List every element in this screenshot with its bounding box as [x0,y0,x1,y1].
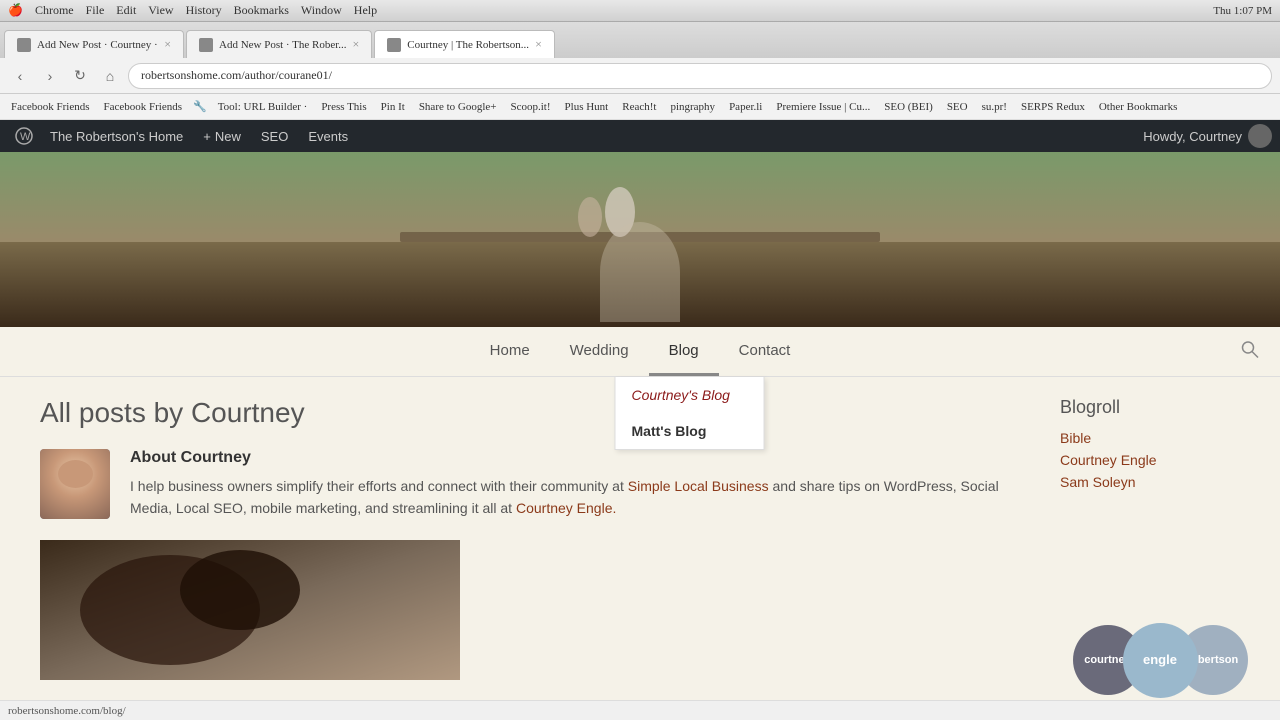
bookmark-15[interactable]: SERPS Redux [1018,101,1088,113]
home-button[interactable]: ⌂ [98,64,122,88]
wp-admin-new[interactable]: + New [193,120,251,152]
bookmark-14[interactable]: su.pr! [979,101,1010,113]
blogroll-widget: Blogroll Bible Courtney Engle Sam Soleyn [1060,397,1260,490]
logo-circle-engle: engle [1123,623,1198,698]
nav-items: Home Wedding Blog Contact [470,328,811,376]
apple-menu[interactable]: 🍎 [8,3,23,18]
search-icon[interactable] [1240,339,1260,364]
author-bio-text: I help business owners simplify their ef… [130,475,1000,520]
mac-menu-bookmarks[interactable]: Bookmarks [234,3,289,18]
bookmark-2[interactable]: Tool: URL Builder · [215,101,311,113]
tab-favicon-1 [17,38,31,52]
nav-blog[interactable]: Blog [649,328,719,376]
bookmark-other[interactable]: Other Bookmarks [1096,101,1181,113]
mac-menu-window[interactable]: Window [301,3,342,18]
link-courtney[interactable]: Courtney [516,500,573,516]
nav-wedding[interactable]: Wedding [550,328,649,376]
bookmark-7[interactable]: Plus Hunt [562,101,612,113]
tab-2[interactable]: Add New Post · The Rober... × [186,30,372,58]
tab-close-2[interactable]: × [353,37,360,52]
wp-logo[interactable]: W [8,120,40,152]
bookmark-0[interactable]: Facebook Friends [8,101,93,113]
tab-1[interactable]: Add New Post · Courtney · × [4,30,184,58]
author-avatar-img [40,449,110,519]
dropdown-matts-blog[interactable]: Matt's Blog [616,413,764,449]
bookmark-8[interactable]: Reach!t [619,101,659,113]
nav-contact[interactable]: Contact [719,328,811,376]
mac-menu-view[interactable]: View [148,3,173,18]
bookmark-11[interactable]: Premiere Issue | Cu... [773,101,873,113]
hero-svg [0,152,1280,327]
mac-menu-history[interactable]: History [186,3,222,18]
mac-menus: 🍎 Chrome File Edit View History Bookmark… [8,3,377,18]
hero-image [0,152,1280,327]
wp-admin-site-name[interactable]: The Robertson's Home [40,120,193,152]
sidebar-link-courtney-engle[interactable]: Courtney Engle [1060,452,1260,468]
nav-home[interactable]: Home [470,328,550,376]
post-thumbnail[interactable] [40,540,460,680]
page-body: All posts by Courtney About Courtney I h… [0,377,1040,720]
author-avatar [40,449,110,519]
bookmark-6[interactable]: Scoop.it! [508,101,554,113]
bookmark-13[interactable]: SEO [944,101,971,113]
tab-favicon-3 [387,38,401,52]
reload-button[interactable]: ↻ [68,64,92,88]
sidebar-link-bible[interactable]: Bible [1060,430,1260,446]
bookmark-sep-0: 🔧 [193,100,207,113]
post-thumbnail-svg [40,540,460,680]
chrome-toolbar: ‹ › ↻ ⌂ robertsonshome.com/author/couran… [0,58,1280,94]
logo-watermark: courtney engle robertson [1060,620,1260,700]
wp-admin-howdy[interactable]: Howdy, Courtney [1143,124,1272,148]
tab-close-1[interactable]: × [164,37,171,52]
address-text: robertsonshome.com/author/courane01/ [141,68,332,83]
page-title: All posts by Courtney [40,397,1000,429]
tab-label-1: Add New Post · Courtney · [37,39,158,51]
mac-menu-chrome[interactable]: Chrome [35,3,74,18]
chrome-tabs-bar: Add New Post · Courtney · × Add New Post… [0,22,1280,58]
dropdown-courtneys-blog[interactable]: Courtney's Blog [616,377,764,413]
tab-label-3: Courtney | The Robertson... [407,39,529,51]
howdy-text: Howdy, Courtney [1143,129,1242,144]
bookmark-3[interactable]: Press This [318,101,369,113]
sidebar-link-sam-soleyn[interactable]: Sam Soleyn [1060,474,1260,490]
wp-admin-seo[interactable]: SEO [251,120,298,152]
status-url: robertsonshome.com/blog/ [8,705,126,717]
tab-favicon-2 [199,38,213,52]
bookmarks-bar: Facebook Friends Facebook Friends 🔧 Tool… [0,94,1280,120]
wp-admin-avatar [1248,124,1272,148]
author-section: About Courtney I help business owners si… [40,449,1000,520]
wp-admin-bar: W The Robertson's Home + New SEO Events … [0,120,1280,152]
mac-os-bar: 🍎 Chrome File Edit View History Bookmark… [0,0,1280,22]
svg-text:W: W [20,131,31,143]
back-button[interactable]: ‹ [8,64,32,88]
bookmark-12[interactable]: SEO (BEI) [881,101,936,113]
bookmark-10[interactable]: Paper.li [726,101,765,113]
mac-menu-file[interactable]: File [86,3,105,18]
blog-dropdown: Courtney's Blog Matt's Blog [615,377,765,450]
tab-close-3[interactable]: × [535,37,542,52]
tab-3[interactable]: Courtney | The Robertson... × [374,30,555,58]
author-name: About Courtney [130,449,1000,467]
bookmark-5[interactable]: Share to Google+ [416,101,500,113]
mac-time: Thu 1:07 PM [1213,5,1272,17]
bookmark-9[interactable]: pingraphy [667,101,718,113]
tab-label-2: Add New Post · The Rober... [219,39,347,51]
mac-menu-edit[interactable]: Edit [116,3,136,18]
link-simple-local-business[interactable]: Simple Local Business [628,478,769,494]
blogroll-title: Blogroll [1060,397,1260,418]
mac-menu-help[interactable]: Help [354,3,377,18]
wp-admin-events[interactable]: Events [298,120,358,152]
author-bio: About Courtney I help business owners si… [130,449,1000,520]
hero-photo [0,152,1280,327]
forward-button[interactable]: › [38,64,62,88]
site-nav: Home Wedding Blog Contact Courtney's Blo… [0,327,1280,377]
bookmark-1[interactable]: Facebook Friends [101,101,186,113]
bookmark-4[interactable]: Pin It [378,101,408,113]
link-engle[interactable]: Engle. [577,500,617,516]
status-bar: robertsonshome.com/blog/ [0,700,1280,720]
address-bar[interactable]: robertsonshome.com/author/courane01/ [128,63,1272,89]
